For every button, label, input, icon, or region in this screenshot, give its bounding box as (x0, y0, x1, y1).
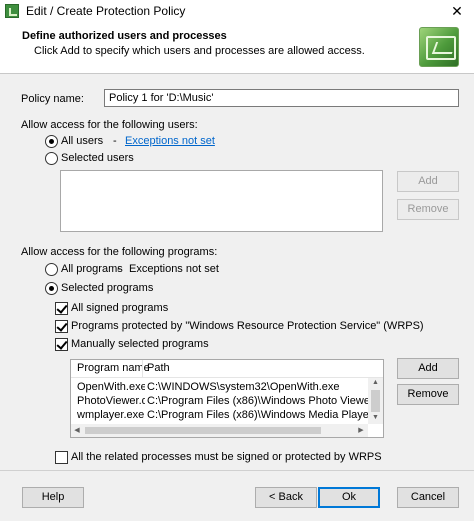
cancel-button[interactable]: Cancel (397, 487, 459, 508)
programs-add-button[interactable]: Add (397, 358, 459, 379)
scroll-down-icon[interactable]: ▼ (368, 414, 383, 421)
header-subtitle: Click Add to specify which users and pro… (34, 45, 365, 57)
all-signed-label[interactable]: All signed programs (71, 302, 168, 314)
manual-label[interactable]: Manually selected programs (71, 338, 209, 350)
table-row[interactable]: wmplayer.exe C:\Program Files (x86)\Wind… (71, 409, 383, 423)
selected-programs-radio[interactable] (45, 282, 58, 295)
selected-users-list[interactable] (60, 170, 383, 232)
all-users-radio[interactable] (45, 135, 58, 148)
list-horizontal-scrollbar[interactable]: ◀ ▶ (71, 424, 368, 437)
all-signed-checkbox[interactable] (55, 302, 68, 315)
all-programs-dash: - (117, 263, 121, 275)
policy-name-input[interactable]: Policy 1 for 'D:\Music' (104, 89, 459, 107)
manual-checkbox[interactable] (55, 338, 68, 351)
horizontal-scroll-thumb[interactable] (85, 427, 321, 434)
all-programs-radio[interactable] (45, 263, 58, 276)
ok-button[interactable]: Ok (318, 487, 380, 508)
back-button[interactable]: < Back (255, 487, 317, 508)
users-exceptions-link[interactable]: Exceptions not set (125, 135, 215, 147)
vertical-scroll-thumb[interactable] (371, 390, 380, 412)
wrps-checkbox[interactable] (55, 320, 68, 333)
scroll-left-icon[interactable]: ◀ (72, 426, 82, 434)
column-separator[interactable] (142, 360, 143, 378)
programs-exceptions-text: Exceptions not set (129, 263, 219, 275)
footer-divider (0, 470, 474, 471)
table-cell: C:\Program Files (x86)\Windows Media Pla… (147, 409, 373, 421)
programs-list-header: Program name Path (71, 360, 383, 378)
table-cell: wmplayer.exe (77, 409, 145, 421)
related-processes-label[interactable]: All the related processes must be signed… (71, 451, 382, 463)
table-cell: C:\Program Files (x86)\Windows Photo Vie… (147, 395, 373, 407)
window-title: Edit / Create Protection Policy (26, 4, 186, 18)
column-program-name[interactable]: Program name (77, 362, 150, 374)
users-remove-button[interactable]: Remove (397, 199, 459, 220)
scroll-right-icon[interactable]: ▶ (356, 426, 366, 434)
close-icon[interactable]: ✕ (440, 0, 474, 22)
all-programs-label[interactable]: All programs (61, 263, 123, 275)
all-users-dash: - (113, 135, 117, 147)
column-path[interactable]: Path (147, 362, 170, 374)
policy-name-label: Policy name: (21, 93, 84, 105)
wrps-label[interactable]: Programs protected by "Windows Resource … (71, 320, 424, 332)
list-vertical-scrollbar[interactable]: ▲ ▼ (368, 378, 383, 424)
table-cell: OpenWith.exe (77, 381, 145, 393)
scroll-up-icon[interactable]: ▲ (368, 379, 383, 386)
selected-programs-label[interactable]: Selected programs (61, 282, 153, 294)
table-row[interactable]: PhotoViewer.dll C:\Program Files (x86)\W… (71, 395, 383, 409)
table-cell: C:\WINDOWS\system32\OpenWith.exe (147, 381, 340, 393)
header-title: Define authorized users and processes (22, 30, 227, 42)
users-section-label: Allow access for the following users: (21, 119, 198, 131)
table-cell: PhotoViewer.dll (77, 395, 145, 407)
help-button[interactable]: Help (22, 487, 84, 508)
all-users-label[interactable]: All users (61, 135, 103, 147)
selected-users-label[interactable]: Selected users (61, 152, 134, 164)
programs-remove-button[interactable]: Remove (397, 384, 459, 405)
app-shield-icon (5, 4, 19, 18)
table-row[interactable]: OpenWith.exe C:\WINDOWS\system32\OpenWit… (71, 381, 383, 395)
programs-section-label: Allow access for the following programs: (21, 246, 218, 258)
policy-logo-icon (419, 27, 459, 67)
selected-users-radio[interactable] (45, 152, 58, 165)
programs-list[interactable]: Program name Path OpenWith.exe C:\WINDOW… (70, 359, 384, 438)
related-processes-checkbox[interactable] (55, 451, 68, 464)
users-add-button[interactable]: Add (397, 171, 459, 192)
